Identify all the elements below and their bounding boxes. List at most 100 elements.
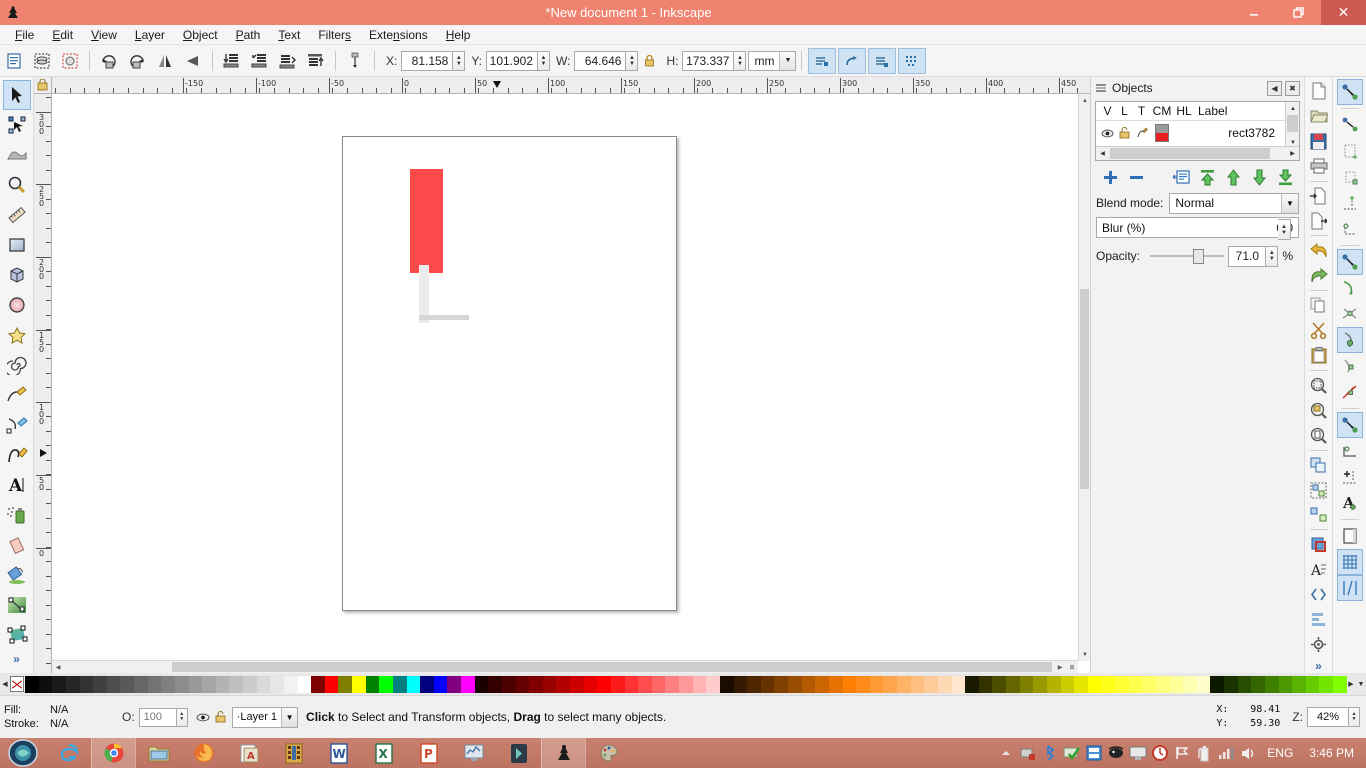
duplicate-icon[interactable] bbox=[1307, 453, 1331, 478]
menu-layer[interactable]: Layer bbox=[126, 26, 174, 44]
palette-swatch[interactable] bbox=[501, 675, 516, 693]
pencil-tool[interactable] bbox=[3, 380, 31, 410]
objects-list-hscroll[interactable]: ◀ ▶ bbox=[1096, 146, 1299, 160]
affect-rounded-corners-icon[interactable] bbox=[838, 47, 867, 74]
palette-scroll-right[interactable]: ▶ bbox=[1346, 676, 1356, 693]
snap-path-icon[interactable] bbox=[1337, 275, 1363, 301]
palette-swatch[interactable] bbox=[297, 675, 312, 693]
select-all-icon[interactable] bbox=[1, 48, 27, 74]
palette-swatch[interactable] bbox=[270, 675, 284, 693]
opacity-input[interactable]: 71.0 bbox=[1228, 245, 1267, 267]
snap-grid-icon[interactable] bbox=[1336, 549, 1363, 575]
snap-object-center-icon[interactable] bbox=[1337, 438, 1363, 464]
taskbar-firefox[interactable] bbox=[181, 738, 226, 768]
palette-swatch[interactable] bbox=[692, 675, 707, 693]
calligraphy-tool[interactable] bbox=[3, 440, 31, 470]
close-panel-button[interactable]: ✖ bbox=[1285, 80, 1300, 96]
unit-select[interactable]: mm ▼ bbox=[748, 50, 797, 71]
palette-swatch[interactable] bbox=[1128, 675, 1143, 693]
raise-icon[interactable] bbox=[275, 48, 301, 74]
palette-swatch[interactable] bbox=[25, 675, 39, 693]
mesh-gradient-tool[interactable] bbox=[3, 620, 31, 650]
list-hscroll-thumb[interactable] bbox=[1110, 148, 1270, 159]
object-color-swatch[interactable] bbox=[1150, 124, 1174, 142]
printer-icon[interactable] bbox=[1307, 154, 1331, 179]
collapse-panel-button[interactable]: ◀ bbox=[1267, 80, 1282, 96]
blur-field[interactable]: Blur (%) 0.0 bbox=[1096, 217, 1299, 238]
redo-arrow-icon[interactable] bbox=[1307, 263, 1331, 288]
palette-swatch[interactable] bbox=[951, 675, 966, 693]
palette-swatch[interactable] bbox=[365, 675, 380, 693]
taskbar-paint-app[interactable] bbox=[586, 738, 631, 768]
zoom-input[interactable]: 42% bbox=[1307, 707, 1349, 727]
palette-swatch[interactable] bbox=[1115, 675, 1129, 693]
menu-help[interactable]: Help bbox=[437, 26, 480, 44]
vertical-ruler[interactable]: 300 250 200 150 100 50 0 bbox=[34, 94, 52, 673]
palette-swatch[interactable] bbox=[733, 675, 748, 693]
snap-bbox-midpoint-icon[interactable] bbox=[1337, 190, 1363, 216]
taskbar-pdf-reader[interactable]: A bbox=[226, 738, 271, 768]
snap-line-midpoint-icon[interactable] bbox=[1337, 379, 1363, 405]
new-file-icon[interactable] bbox=[1307, 79, 1331, 104]
start-orb-icon[interactable] bbox=[0, 738, 46, 768]
bezier-tool[interactable] bbox=[3, 410, 31, 440]
palette-swatch[interactable] bbox=[188, 675, 203, 693]
palette-swatch[interactable] bbox=[283, 675, 298, 693]
palette-swatch[interactable] bbox=[1237, 675, 1252, 693]
palette-swatch[interactable] bbox=[747, 675, 761, 693]
palette-swatch[interactable] bbox=[93, 675, 107, 693]
zoom-spinner[interactable]: ▲ ▼ bbox=[1349, 707, 1360, 727]
palette-swatch[interactable] bbox=[1101, 675, 1115, 693]
flip-horizontal-icon[interactable] bbox=[152, 48, 178, 74]
flag-icon[interactable] bbox=[1171, 738, 1193, 768]
antivirus-shield-icon[interactable] bbox=[1061, 738, 1083, 768]
rotate-90-cw-icon[interactable] bbox=[124, 48, 150, 74]
palette-swatch[interactable] bbox=[406, 675, 421, 693]
snap-page-border-icon[interactable] bbox=[1337, 523, 1363, 549]
palette-left-arrows[interactable]: ◀ bbox=[0, 676, 10, 693]
blue-app-icon[interactable] bbox=[1083, 738, 1105, 768]
palette-swatch[interactable] bbox=[1060, 675, 1075, 693]
palette-swatch[interactable] bbox=[106, 675, 121, 693]
palette-swatch[interactable] bbox=[1251, 675, 1265, 693]
raise-to-top-icon[interactable] bbox=[1194, 165, 1220, 189]
no-color-x-icon[interactable] bbox=[10, 676, 24, 692]
taskbar-word[interactable]: W bbox=[316, 738, 361, 768]
palette-swatch[interactable] bbox=[869, 675, 884, 693]
palette-swatch[interactable] bbox=[1046, 675, 1061, 693]
drawing-canvas[interactable] bbox=[52, 94, 1078, 661]
palette-swatch[interactable] bbox=[1074, 675, 1088, 693]
flip-vertical-icon[interactable] bbox=[180, 48, 206, 74]
palette-swatch[interactable] bbox=[856, 675, 870, 693]
unlock-icon[interactable] bbox=[1116, 127, 1133, 139]
vertical-scrollbar[interactable]: ▲ ▼ bbox=[1078, 94, 1091, 661]
palette-swatch[interactable] bbox=[828, 675, 843, 693]
raise-to-top-icon[interactable] bbox=[303, 48, 329, 74]
palette-swatch[interactable] bbox=[815, 675, 829, 693]
object-properties-button[interactable] bbox=[1168, 165, 1194, 189]
list-scroll-left[interactable]: ◀ bbox=[1096, 147, 1109, 160]
palette-swatch[interactable] bbox=[583, 675, 598, 693]
text-tool[interactable]: A bbox=[3, 470, 31, 500]
eye-icon[interactable] bbox=[196, 712, 210, 723]
taskbar-chrome[interactable] bbox=[91, 738, 136, 768]
list-scroll-up[interactable]: ▲ bbox=[1286, 102, 1300, 115]
palette-swatch[interactable] bbox=[515, 675, 530, 693]
palette-swatch[interactable] bbox=[719, 675, 734, 693]
palette-swatch[interactable] bbox=[174, 675, 189, 693]
palette-swatch[interactable] bbox=[760, 675, 775, 693]
palette-swatch[interactable] bbox=[1210, 675, 1224, 693]
palette-swatch[interactable] bbox=[883, 675, 897, 693]
group-icon[interactable] bbox=[1307, 478, 1331, 503]
palette-swatch[interactable] bbox=[774, 675, 788, 693]
palette-swatch[interactable] bbox=[1292, 675, 1306, 693]
palette-swatch[interactable] bbox=[842, 675, 857, 693]
ungroup-icon[interactable] bbox=[1307, 503, 1331, 528]
taskbar-inkscape[interactable] bbox=[541, 738, 586, 768]
palette-swatch[interactable] bbox=[311, 675, 325, 693]
undo-arrow-icon[interactable] bbox=[1307, 238, 1331, 263]
palette-swatch[interactable] bbox=[338, 675, 352, 693]
palette-swatch[interactable] bbox=[1224, 675, 1238, 693]
snap-others-icon[interactable] bbox=[1336, 412, 1363, 438]
command-bar-overflow[interactable]: » bbox=[1315, 659, 1322, 673]
